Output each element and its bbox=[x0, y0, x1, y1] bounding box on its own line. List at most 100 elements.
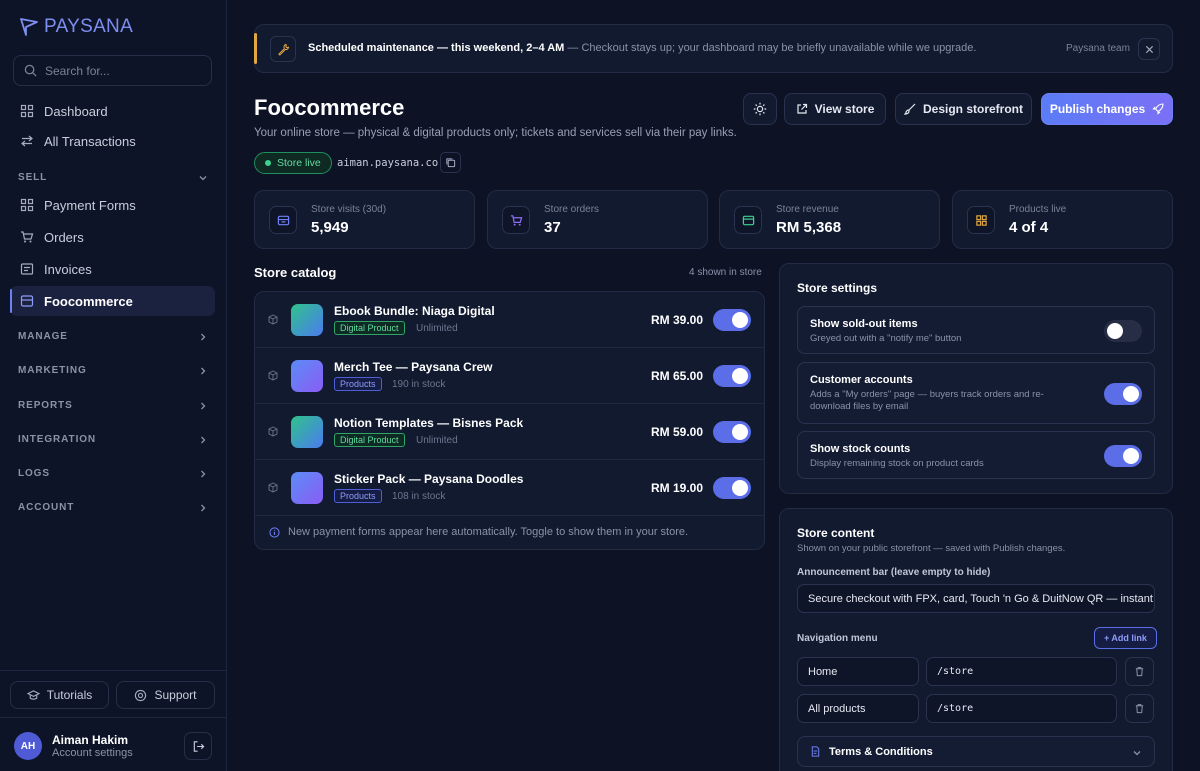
store-content-panel: Store content Shown on your public store… bbox=[779, 508, 1173, 771]
delete-nav-button[interactable] bbox=[1125, 657, 1154, 686]
sidebar-item-label: Dashboard bbox=[44, 103, 108, 119]
cube-icon bbox=[268, 370, 278, 381]
sidebar-item-payment-forms[interactable]: Payment Forms bbox=[10, 190, 215, 220]
design-storefront-label: Design storefront bbox=[922, 102, 1023, 116]
status-badge: Store live bbox=[254, 152, 332, 174]
publish-changes-button[interactable]: Publish changes bbox=[1041, 93, 1173, 125]
stat-value: 5,949 bbox=[311, 219, 349, 236]
sidebar-section-account[interactable]: ACCOUNT bbox=[18, 502, 208, 513]
product-thumbnail bbox=[291, 472, 323, 504]
announcement-input[interactable]: Secure checkout with FPX, card, Touch 'n… bbox=[797, 584, 1155, 613]
user-card[interactable]: AH Aiman Hakim Account settings bbox=[0, 717, 226, 771]
sidebar: PAYSANA Search for... Dashboard All Tran… bbox=[0, 0, 227, 771]
product-price: RM 19.00 bbox=[650, 481, 703, 495]
product-visibility-toggle[interactable] bbox=[713, 309, 751, 331]
announcement-label: Announcement bar (leave empty to hide) bbox=[797, 567, 991, 578]
view-store-label: View store bbox=[814, 102, 875, 116]
brand-name: PAYSANA bbox=[44, 16, 134, 37]
product-visibility-toggle[interactable] bbox=[713, 477, 751, 499]
sidebar-section-logs[interactable]: LOGS bbox=[18, 468, 208, 479]
sidebar-section-marketing[interactable]: MARKETING bbox=[18, 365, 208, 376]
sidebar-item-transactions[interactable]: All Transactions bbox=[10, 126, 215, 156]
product-type-tag: Products bbox=[334, 489, 382, 503]
product-price: RM 65.00 bbox=[650, 369, 703, 383]
support-label: Support bbox=[154, 688, 197, 702]
store-content-subtitle: Shown on your public storefront — saved … bbox=[797, 543, 1066, 554]
product-type-tag: Digital Product bbox=[334, 321, 405, 335]
catalog-title: Store catalog bbox=[254, 265, 337, 280]
section-label: MANAGE bbox=[18, 331, 68, 342]
setting-customer-accounts: Customer accounts Adds a "My orders" pag… bbox=[797, 362, 1155, 424]
setting-title: Customer accounts bbox=[810, 374, 913, 386]
copy-domain-button[interactable] bbox=[440, 152, 461, 173]
arrows-icon bbox=[21, 135, 33, 147]
sidebar-section-reports[interactable]: REPORTS bbox=[18, 400, 208, 411]
stat-card-revenue: Store revenue RM 5,368 bbox=[719, 190, 940, 249]
chevron-down-icon bbox=[1133, 751, 1141, 756]
nav-path-input[interactable]: /store bbox=[926, 694, 1117, 723]
theme-toggle-button[interactable] bbox=[743, 93, 777, 125]
product-visibility-toggle[interactable] bbox=[713, 421, 751, 443]
search-input[interactable]: Search for... bbox=[13, 55, 212, 86]
sidebar-section-integration[interactable]: INTEGRATION bbox=[18, 434, 208, 445]
avatar: AH bbox=[14, 732, 42, 760]
section-label: INTEGRATION bbox=[18, 434, 97, 445]
tutorials-label: Tutorials bbox=[46, 688, 93, 702]
delete-nav-button[interactable] bbox=[1125, 694, 1154, 723]
cube-icon bbox=[268, 314, 278, 325]
chevron-right-icon bbox=[201, 436, 206, 443]
catalog-count: 4 shown in store bbox=[689, 267, 762, 278]
add-link-button[interactable]: + Add link bbox=[1094, 627, 1157, 649]
section-label: SELL bbox=[18, 172, 48, 183]
sidebar-divider bbox=[0, 670, 226, 671]
account-settings-link[interactable]: Account settings bbox=[52, 747, 133, 759]
design-storefront-button[interactable]: Design storefront bbox=[895, 93, 1032, 125]
nav-label-input[interactable]: Home bbox=[797, 657, 919, 686]
sidebar-item-foocommerce[interactable]: Foocommerce bbox=[10, 286, 215, 316]
chevron-right-icon bbox=[201, 470, 206, 477]
sidebar-item-dashboard[interactable]: Dashboard bbox=[10, 96, 215, 126]
terms-label: Terms & Conditions bbox=[829, 745, 933, 758]
store-catalog: Ebook Bundle: Niaga Digital Digital Prod… bbox=[254, 291, 765, 550]
stat-label: Store visits (30d) bbox=[311, 204, 387, 215]
nav-path-input[interactable]: /store bbox=[926, 657, 1117, 686]
info-icon bbox=[269, 526, 280, 538]
logout-button[interactable] bbox=[184, 732, 212, 760]
product-name: Ebook Bundle: Niaga Digital bbox=[334, 304, 495, 318]
sold-out-toggle[interactable] bbox=[1104, 320, 1142, 342]
product-visibility-toggle[interactable] bbox=[713, 365, 751, 387]
nav-label-input[interactable]: All products bbox=[797, 694, 919, 723]
product-stock: 190 in stock bbox=[392, 379, 446, 390]
sun-icon bbox=[753, 102, 767, 116]
brand-logo[interactable]: PAYSANA bbox=[18, 16, 133, 38]
tutorials-button[interactable]: Tutorials bbox=[10, 681, 109, 709]
banner-close-button[interactable] bbox=[1138, 38, 1160, 60]
sidebar-item-invoices[interactable]: Invoices bbox=[10, 254, 215, 284]
rocket-icon bbox=[1152, 103, 1164, 115]
support-button[interactable]: Support bbox=[116, 681, 215, 709]
customer-accounts-toggle[interactable] bbox=[1104, 383, 1142, 405]
product-name: Sticker Pack — Paysana Doodles bbox=[334, 472, 524, 486]
trash-icon bbox=[1135, 704, 1144, 714]
paysana-logo-icon bbox=[20, 18, 38, 36]
setting-title: Show stock counts bbox=[810, 443, 911, 455]
stat-label: Store revenue bbox=[776, 204, 839, 215]
catalog-footer-text: New payment forms appear here automatica… bbox=[288, 526, 689, 538]
stock-counts-toggle[interactable] bbox=[1104, 445, 1142, 467]
sidebar-section-sell[interactable]: SELL bbox=[18, 172, 208, 183]
sidebar-item-orders[interactable]: Orders bbox=[10, 222, 215, 252]
graduation-cap-icon bbox=[26, 689, 40, 700]
terms-accordion[interactable]: Terms & Conditions bbox=[797, 736, 1155, 767]
live-dot-icon bbox=[265, 160, 271, 166]
setting-desc: Greyed out with a "notify me" button bbox=[810, 333, 962, 344]
view-store-button[interactable]: View store bbox=[784, 93, 886, 125]
stat-value: 37 bbox=[544, 219, 561, 236]
product-row: Sticker Pack — Paysana Doodles Products … bbox=[255, 460, 764, 516]
chevron-down-icon bbox=[199, 175, 207, 180]
setting-desc: Adds a "My orders" page — buyers track o… bbox=[810, 389, 1044, 412]
sidebar-section-manage[interactable]: MANAGE bbox=[18, 331, 208, 342]
chevron-right-icon bbox=[201, 333, 206, 340]
product-thumbnail bbox=[291, 360, 323, 392]
product-name: Notion Templates — Bisnes Pack bbox=[334, 416, 524, 430]
page-title: Foocommerce bbox=[254, 95, 405, 120]
